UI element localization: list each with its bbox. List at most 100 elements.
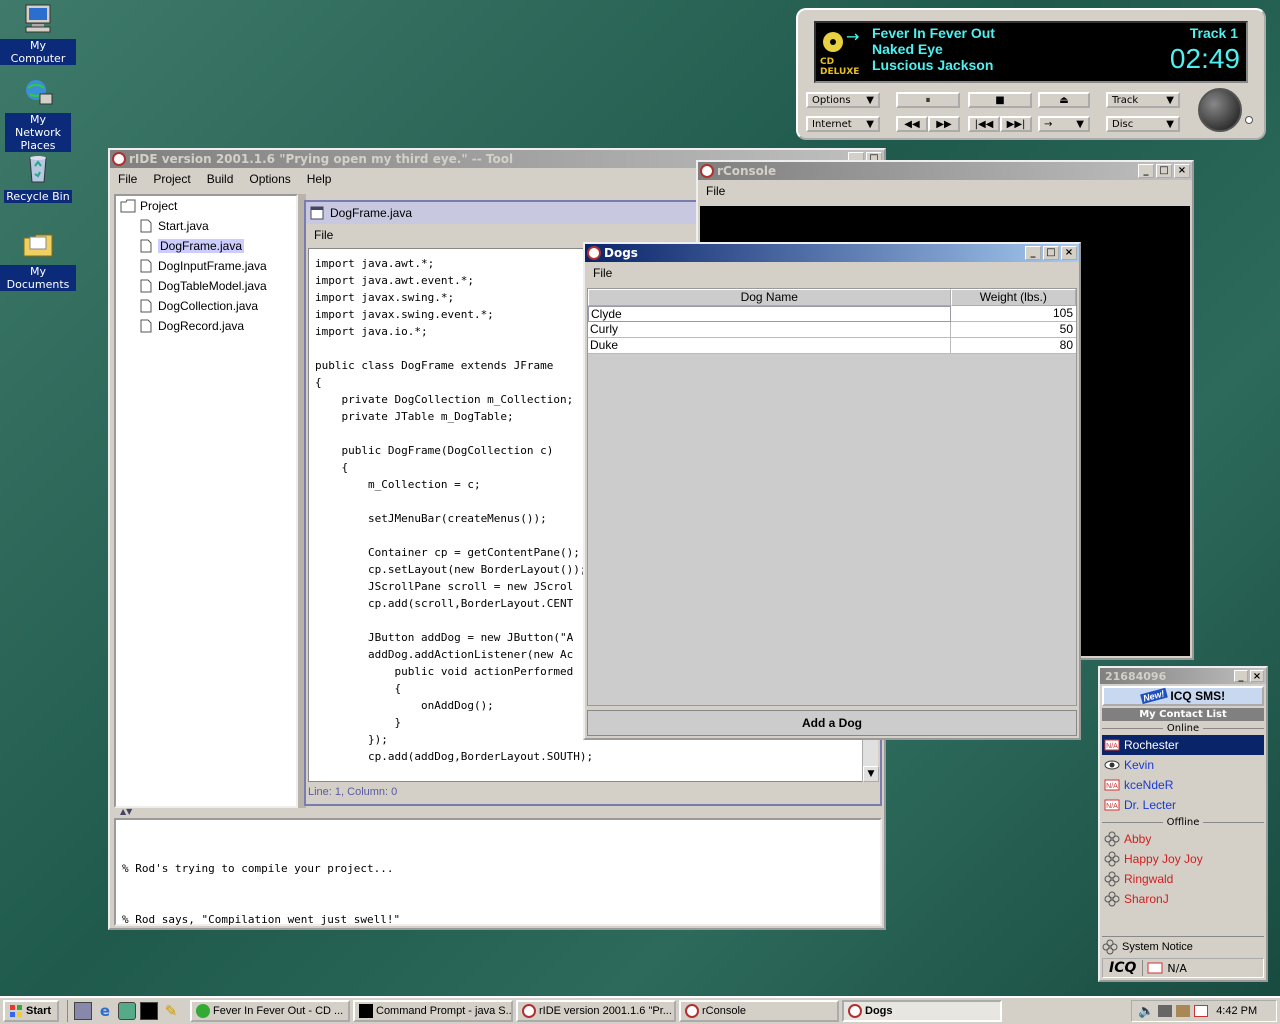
- task-rconsole[interactable]: rConsole: [679, 1000, 839, 1022]
- close-button[interactable]: ×: [1250, 670, 1264, 682]
- dogs-menubar: File: [585, 262, 1079, 284]
- explorer-icon[interactable]: [118, 1002, 136, 1020]
- cd-eject-button[interactable]: ⏏: [1038, 92, 1090, 108]
- file-item[interactable]: DogCollection.java: [116, 296, 296, 316]
- cd-options-button[interactable]: Options ▼: [806, 92, 880, 108]
- column-header-weight[interactable]: Weight (lbs.): [950, 289, 1076, 306]
- icq-system-notice[interactable]: System Notice: [1102, 936, 1264, 956]
- contact-online[interactable]: N/A Dr. Lecter: [1102, 795, 1264, 815]
- file-item[interactable]: DogTableModel.java: [116, 276, 296, 296]
- contact-online[interactable]: N/A Rochester: [1102, 735, 1264, 755]
- file-item[interactable]: DogInputFrame.java: [116, 256, 296, 276]
- minimize-button[interactable]: _: [1138, 164, 1154, 178]
- contact-name: kceNdeR: [1124, 778, 1174, 792]
- maximize-button[interactable]: □: [1156, 164, 1172, 178]
- close-button[interactable]: ×: [1061, 246, 1077, 260]
- network-tray-icon[interactable]: [1158, 1005, 1173, 1017]
- icq-contacts: Online N/A Rochester Kevin N/A kceNdeR N/A…: [1102, 721, 1265, 909]
- clock: 4:42 PM: [1216, 1005, 1258, 1017]
- cd-stop-button[interactable]: ■: [968, 92, 1032, 108]
- desktop-icon-my-documents[interactable]: My Documents: [0, 228, 76, 291]
- minimize-button[interactable]: _: [1234, 670, 1248, 682]
- tray-app-icon[interactable]: [1176, 1005, 1191, 1017]
- start-button[interactable]: Start: [3, 1000, 59, 1022]
- taskbar: Start e ✎ Fever In Fever Out - CD ... Co…: [0, 996, 1280, 1024]
- menu-help[interactable]: Help: [299, 172, 340, 186]
- cd-prev-track-button[interactable]: |◀◀: [968, 116, 1000, 132]
- icq-titlebar[interactable]: 21684096 _ ×: [1100, 668, 1266, 684]
- task-ride[interactable]: rIDE version 2001.1.6 "Pr...: [516, 1000, 676, 1022]
- dogs-menu-file[interactable]: File: [585, 266, 620, 280]
- desktop-icon-my-computer[interactable]: My Computer: [0, 2, 76, 65]
- cd-pause-button[interactable]: ⏸: [896, 92, 960, 108]
- desktop-icon[interactable]: [74, 1002, 92, 1020]
- scroll-down-icon[interactable]: ▼: [863, 766, 879, 782]
- contact-offline[interactable]: SharonJ: [1102, 889, 1264, 909]
- cd-mode-button[interactable]: → ▼: [1038, 116, 1090, 132]
- minimize-button[interactable]: _: [1025, 246, 1041, 260]
- contact-offline[interactable]: Happy Joy Joy: [1102, 849, 1264, 869]
- desktop-icon-label: Recycle Bin: [4, 190, 72, 203]
- task-dogs[interactable]: Dogs: [842, 1000, 1002, 1022]
- menu-options[interactable]: Options: [241, 172, 298, 186]
- cd-arrow-icon: →: [846, 27, 860, 46]
- cd-next-track-button[interactable]: ▶▶|: [1000, 116, 1032, 132]
- chevron-down-icon: ▼: [866, 118, 874, 130]
- close-button[interactable]: ×: [1174, 164, 1190, 178]
- editor-menu-file[interactable]: File: [306, 228, 341, 242]
- pencil-icon[interactable]: ✎: [162, 1002, 180, 1020]
- task-label: rConsole: [702, 1005, 747, 1017]
- tree-root[interactable]: Project: [116, 196, 296, 216]
- volume-icon[interactable]: 🔈: [1138, 1004, 1154, 1019]
- rconsole-menu-file[interactable]: File: [698, 184, 733, 198]
- menu-project[interactable]: Project: [145, 172, 198, 186]
- add-dog-button[interactable]: Add a Dog: [587, 710, 1077, 736]
- cd-disc-label: Disc: [1112, 118, 1134, 130]
- icq-sms-button[interactable]: New! ICQ SMS!: [1102, 686, 1264, 706]
- cd-fastforward-button[interactable]: ▶▶: [928, 116, 960, 132]
- ie-icon[interactable]: e: [96, 1002, 114, 1020]
- icq-window: 21684096 _ × New! ICQ SMS! My Contact Li…: [1098, 666, 1268, 982]
- flower-icon: [1102, 939, 1118, 954]
- menu-file[interactable]: File: [110, 172, 145, 186]
- output-pane: % Rod's trying to compile your project..…: [114, 818, 882, 926]
- desktop-icon-recycle-bin[interactable]: Recycle Bin: [0, 152, 76, 203]
- dogs-titlebar[interactable]: Dogs _ □ ×: [585, 244, 1079, 262]
- command-prompt-icon[interactable]: [140, 1002, 158, 1020]
- file-item[interactable]: DogRecord.java: [116, 316, 296, 336]
- task-cd-player[interactable]: Fever In Fever Out - CD ...: [190, 1000, 350, 1022]
- icq-logo-button[interactable]: ICQ: [1103, 960, 1144, 976]
- table-header: Dog Name Weight (lbs.): [588, 289, 1076, 306]
- chevron-down-icon: ▼: [866, 94, 874, 106]
- horizontal-split-divider[interactable]: ▲▼: [114, 808, 880, 816]
- icq-status-label[interactable]: N/A: [1167, 962, 1186, 975]
- cd-internet-button[interactable]: Internet ▼: [806, 116, 880, 132]
- cd-disc-button[interactable]: Disc ▼: [1106, 116, 1180, 132]
- contact-online[interactable]: Kevin: [1102, 755, 1264, 775]
- file-item-selected[interactable]: DogFrame.java: [116, 236, 296, 256]
- cd-track-label: Track: [1112, 94, 1139, 106]
- task-label: Dogs: [865, 1005, 893, 1017]
- svg-text:N/A: N/A: [1106, 803, 1118, 810]
- cd-track-button[interactable]: Track ▼: [1106, 92, 1180, 108]
- maximize-button[interactable]: □: [1043, 246, 1059, 260]
- icq-tray-icon[interactable]: [1194, 1005, 1209, 1017]
- cd-artist: Luscious Jackson: [872, 57, 994, 73]
- column-header-dog-name[interactable]: Dog Name: [588, 289, 951, 306]
- file-item[interactable]: Start.java: [116, 216, 296, 236]
- table-row[interactable]: Curly 50: [588, 322, 1076, 338]
- table-row[interactable]: Duke 80: [588, 338, 1076, 354]
- java-icon: [522, 1004, 536, 1018]
- icq-uin: 21684096: [1105, 669, 1167, 683]
- output-line: % Rod's trying to compile your project..…: [122, 862, 394, 875]
- task-command-prompt[interactable]: Command Prompt - java S...: [353, 1000, 513, 1022]
- menu-build[interactable]: Build: [199, 172, 242, 186]
- volume-knob[interactable]: [1198, 88, 1242, 132]
- contact-online[interactable]: N/A kceNdeR: [1102, 775, 1264, 795]
- rconsole-titlebar[interactable]: rConsole _ □ ×: [698, 162, 1192, 180]
- contact-offline[interactable]: Ringwald: [1102, 869, 1264, 889]
- desktop-icon-network-places[interactable]: My Network Places: [0, 76, 76, 152]
- contact-offline[interactable]: Abby: [1102, 829, 1264, 849]
- cd-rewind-button[interactable]: ◀◀: [896, 116, 928, 132]
- table-row[interactable]: Clyde 105: [588, 306, 1076, 322]
